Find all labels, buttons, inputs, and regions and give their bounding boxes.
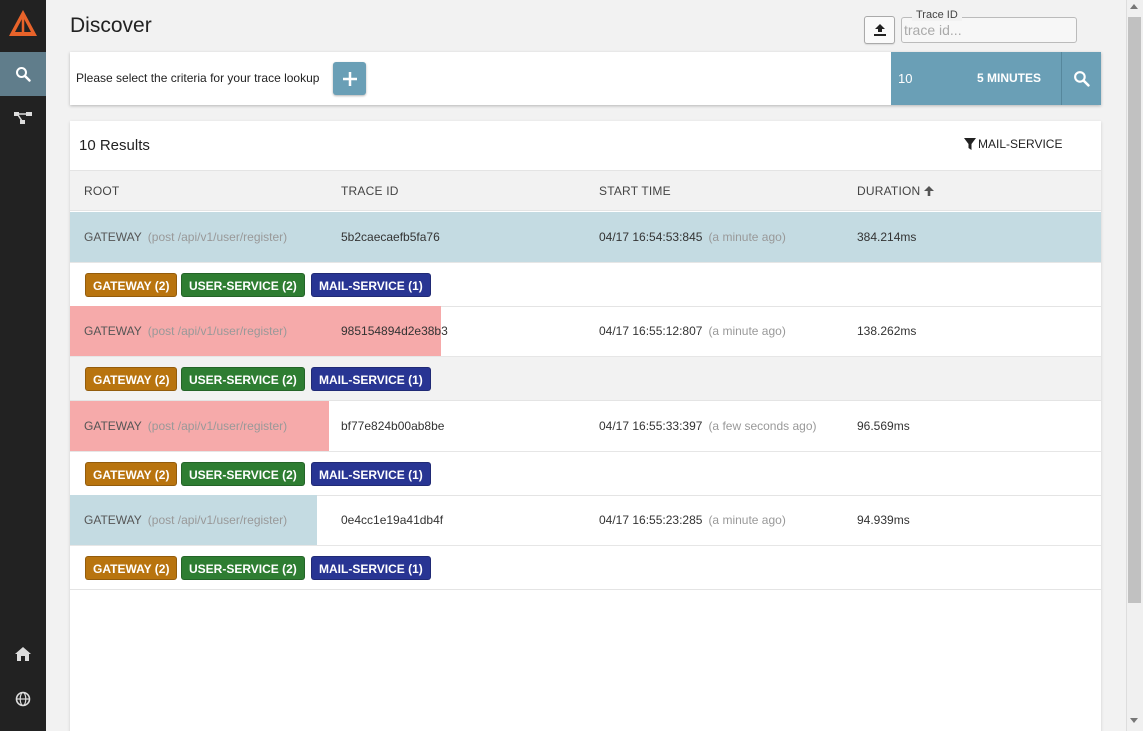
brand-logo-icon[interactable] [8, 8, 38, 40]
search-icon [1074, 71, 1090, 87]
tag-gateway[interactable]: GATEWAY (2) [85, 367, 178, 391]
add-criteria-button[interactable] [333, 62, 366, 95]
arrow-up-icon [923, 186, 934, 196]
trace-id-cell: 985154894d2e38b3 [341, 324, 448, 338]
scrollbar-thumb[interactable] [1128, 17, 1141, 603]
root-endpoint: (post /api/v1/user/register) [147, 419, 288, 433]
limit-select[interactable]: 10 [898, 71, 912, 86]
column-start-time[interactable]: START TIME [599, 184, 671, 198]
upload-button[interactable] [864, 16, 895, 44]
start-time-cell: 04/17 16:55:33:397 (a few seconds ago) [599, 419, 817, 433]
nav-home[interactable] [0, 632, 46, 676]
service-tags-row: GATEWAY (2) USER-SERVICE (2) MAIL-SERVIC… [70, 546, 1101, 590]
trace-id-input[interactable] [904, 22, 1072, 38]
start-time-cell: 04/17 16:55:12:807 (a minute ago) [599, 324, 786, 338]
filter-icon [964, 138, 976, 150]
root-endpoint: (post /api/v1/user/register) [147, 230, 288, 244]
criteria-bar: Please select the criteria for your trac… [70, 52, 1101, 105]
start-time-relative: (a few seconds ago) [708, 419, 817, 433]
root-service: GATEWAY [84, 513, 142, 527]
root-cell: GATEWAY (post /api/v1/user/register) [84, 513, 287, 527]
tag-user-service[interactable]: USER-SERVICE (2) [181, 556, 305, 580]
tag-mail-service[interactable]: MAIL-SERVICE (1) [311, 556, 431, 580]
nav-global[interactable] [0, 677, 46, 721]
scroll-up-arrow-icon[interactable] [1130, 4, 1138, 9]
nav-dependencies[interactable] [0, 96, 46, 140]
table-header: ROOT TRACE ID START TIME DURATION [70, 170, 1101, 211]
trace-id-cell: bf77e824b00ab8be [341, 419, 445, 433]
trace-row[interactable]: GATEWAY (post /api/v1/user/register) bf77… [70, 401, 1101, 452]
trace-row[interactable]: GATEWAY (post /api/v1/user/register) 5b2c… [70, 212, 1101, 263]
trace-id-field: Trace ID [901, 9, 1077, 43]
column-duration-label: DURATION [857, 184, 921, 198]
sidebar [0, 0, 46, 731]
duration-cell: 384.214ms [857, 230, 917, 244]
service-filter[interactable]: MAIL-SERVICE [964, 137, 1062, 151]
service-tags-row: GATEWAY (2) USER-SERVICE (2) MAIL-SERVIC… [70, 357, 1101, 401]
time-range-select[interactable]: 5 MINUTES [977, 71, 1041, 85]
duration-cell: 138.262ms [857, 324, 917, 338]
results-panel: 10 Results MAIL-SERVICE ROOT TRACE ID ST… [70, 121, 1101, 731]
start-time-cell: 04/17 16:55:23:285 (a minute ago) [599, 513, 786, 527]
lookup-controls: 10 5 MINUTES [891, 52, 1101, 105]
trace-id-cell: 5b2caecaefb5fa76 [341, 230, 440, 244]
start-time: 04/17 16:55:33:397 [599, 419, 703, 433]
tag-mail-service[interactable]: MAIL-SERVICE (1) [311, 367, 431, 391]
column-root[interactable]: ROOT [84, 184, 119, 198]
home-icon [15, 647, 31, 661]
tag-gateway[interactable]: GATEWAY (2) [85, 556, 178, 580]
globe-icon [15, 691, 31, 707]
trace-row[interactable]: GATEWAY (post /api/v1/user/register) 0e4c… [70, 495, 1101, 546]
scroll-down-arrow-icon[interactable] [1130, 718, 1138, 723]
service-filter-label: MAIL-SERVICE [978, 137, 1063, 151]
root-service: GATEWAY [84, 419, 142, 433]
service-tags-row: GATEWAY (2) USER-SERVICE (2) MAIL-SERVIC… [70, 452, 1101, 496]
root-service: GATEWAY [84, 230, 142, 244]
start-time-cell: 04/17 16:54:53:845 (a minute ago) [599, 230, 786, 244]
tag-user-service[interactable]: USER-SERVICE (2) [181, 367, 305, 391]
start-time: 04/17 16:54:53:845 [599, 230, 703, 244]
plus-icon [342, 71, 357, 86]
tag-mail-service[interactable]: MAIL-SERVICE (1) [311, 273, 431, 297]
trace-row[interactable]: GATEWAY (post /api/v1/user/register) 9851… [70, 306, 1101, 357]
trace-id-cell: 0e4cc1e19a41db4f [341, 513, 444, 527]
root-endpoint: (post /api/v1/user/register) [147, 324, 288, 338]
start-time-relative: (a minute ago) [708, 230, 786, 244]
root-cell: GATEWAY (post /api/v1/user/register) [84, 419, 287, 433]
column-trace-id[interactable]: TRACE ID [341, 184, 399, 198]
duration-cell: 96.569ms [857, 419, 910, 433]
root-endpoint: (post /api/v1/user/register) [147, 513, 288, 527]
root-service: GATEWAY [84, 324, 142, 338]
tag-mail-service[interactable]: MAIL-SERVICE (1) [311, 462, 431, 486]
duration-cell: 94.939ms [857, 513, 910, 527]
root-cell: GATEWAY (post /api/v1/user/register) [84, 230, 287, 244]
tag-gateway[interactable]: GATEWAY (2) [85, 273, 178, 297]
root-cell: GATEWAY (post /api/v1/user/register) [84, 324, 287, 338]
criteria-hint: Please select the criteria for your trac… [76, 71, 320, 85]
upload-icon [873, 24, 886, 36]
search-icon [16, 67, 31, 82]
search-button[interactable] [1062, 52, 1101, 105]
start-time: 04/17 16:55:23:285 [599, 513, 703, 527]
start-time-relative: (a minute ago) [708, 513, 786, 527]
tag-user-service[interactable]: USER-SERVICE (2) [181, 273, 305, 297]
results-count: 10 Results [79, 137, 150, 154]
start-time: 04/17 16:55:12:807 [599, 324, 703, 338]
service-tags-row: GATEWAY (2) USER-SERVICE (2) MAIL-SERVIC… [70, 263, 1101, 307]
start-time-relative: (a minute ago) [708, 324, 786, 338]
page-title: Discover [70, 14, 152, 37]
dependencies-icon [14, 112, 32, 124]
tag-gateway[interactable]: GATEWAY (2) [85, 462, 178, 486]
nav-discover[interactable] [0, 52, 46, 96]
trace-id-label: Trace ID [912, 9, 962, 21]
tag-user-service[interactable]: USER-SERVICE (2) [181, 462, 305, 486]
column-duration[interactable]: DURATION [857, 184, 934, 198]
